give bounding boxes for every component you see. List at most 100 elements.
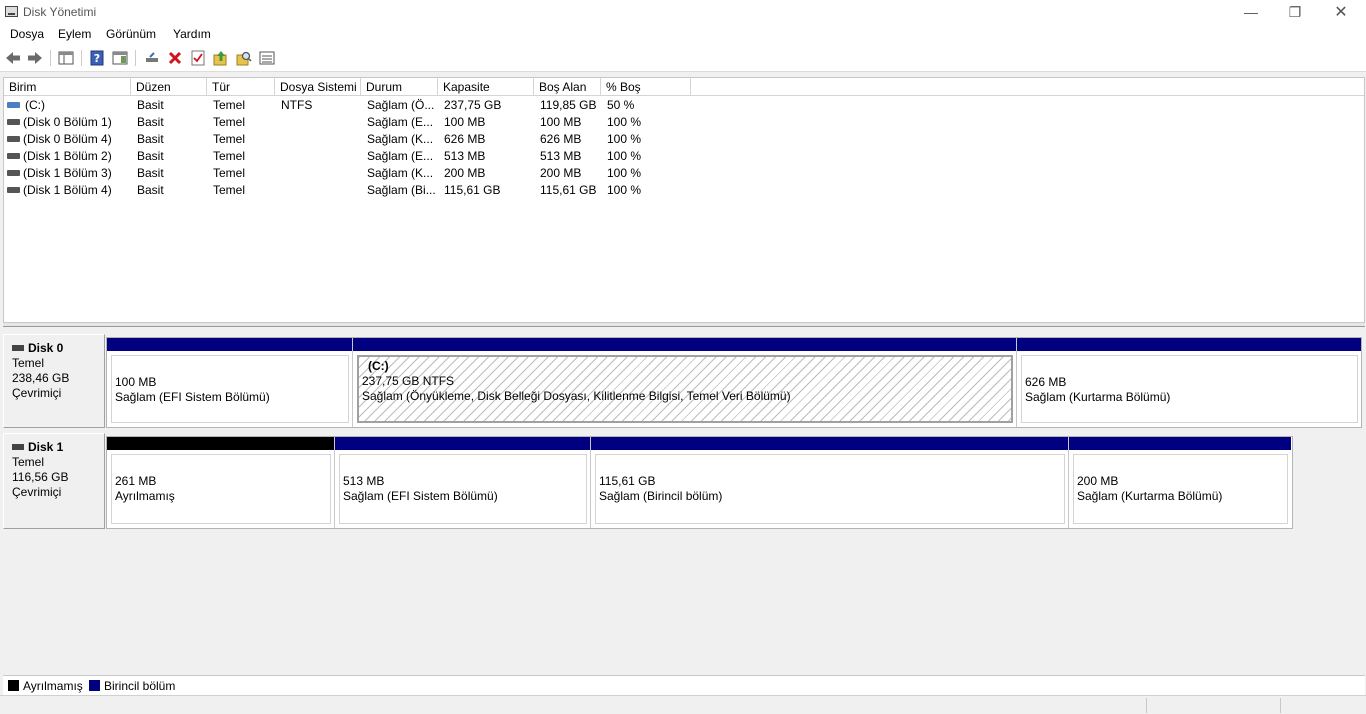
column-header-dosya-sistemi[interactable]: Dosya Sistemi <box>275 78 361 96</box>
partition-status: Sağlam (Kurtarma Bölümü) <box>1077 489 1223 503</box>
legend-swatch-unallocated <box>8 680 19 691</box>
disk-status: Çevrimiçi <box>12 485 62 499</box>
connect-icon[interactable] <box>143 49 161 67</box>
menu-eylem[interactable]: Eylem <box>58 27 91 41</box>
column-header-yuzde-bos[interactable]: % Boş <box>601 78 691 96</box>
properties-icon[interactable] <box>189 49 207 67</box>
partition-color-bar <box>335 437 590 450</box>
column-header-duzen[interactable]: Düzen <box>131 78 207 96</box>
window-title: Disk Yönetimi <box>23 5 97 19</box>
disk-1-partitions: 261 MB Ayrılmamış 513 MB Sağlam (EFI Sis… <box>106 436 1293 529</box>
cell-yuzde-bos: 100 % <box>607 166 642 180</box>
partition-color-bar <box>1069 437 1291 450</box>
cell-duzen: Basit <box>137 166 164 180</box>
console-tree-icon[interactable] <box>57 49 75 67</box>
disk-1-label[interactable]: Disk 1 Temel 116,56 GB Çevrimiçi <box>3 433 105 529</box>
cell-kapasite: 200 MB <box>444 166 486 180</box>
partition-size: 261 MB <box>115 474 157 488</box>
close-button[interactable]: ✕ <box>1318 0 1364 24</box>
menu-gorunum[interactable]: Görünüm <box>106 27 156 41</box>
partition-body: 115,61 GB Sağlam (Birincil bölüm) <box>595 454 1065 524</box>
disk-size: 238,46 GB <box>12 371 70 385</box>
menu-dosya[interactable]: Dosya <box>10 27 44 41</box>
table-row[interactable]: (Disk 0 Bölüm 4) Basit Temel Sağlam (K..… <box>4 131 1364 148</box>
column-header-durum[interactable]: Durum <box>361 78 438 96</box>
partition-status: Ayrılmamış <box>115 489 175 503</box>
menu-yardim[interactable]: Yardım <box>173 27 211 41</box>
column-header-tur[interactable]: Tür <box>207 78 275 96</box>
toolbar-separator <box>81 50 82 66</box>
cell-durum: Sağlam (Ö... <box>367 98 435 112</box>
pane-splitter[interactable] <box>3 323 1365 327</box>
table-row[interactable]: (Disk 1 Bölüm 2) Basit Temel Sağlam (E..… <box>4 148 1364 165</box>
legend-label-primary: Birincil bölüm <box>104 679 176 693</box>
partition-status: Sağlam (EFI Sistem Bölümü) <box>343 489 498 503</box>
partition-recovery[interactable]: 200 MB Sağlam (Kurtarma Bölümü) <box>1069 437 1291 528</box>
partition-unallocated[interactable]: 261 MB Ayrılmamış <box>107 437 335 528</box>
column-header-kapasite[interactable]: Kapasite <box>438 78 534 96</box>
table-row[interactable]: (Disk 1 Bölüm 3) Basit Temel Sağlam (K..… <box>4 165 1364 182</box>
cell-tur: Temel <box>213 98 246 112</box>
toolbar-separator <box>135 50 136 66</box>
delete-icon[interactable] <box>166 49 184 67</box>
list-view-icon[interactable] <box>258 49 276 67</box>
svg-text:?: ? <box>94 52 100 65</box>
partition-size: 200 MB <box>1077 474 1119 488</box>
disk-0-label[interactable]: Disk 0 Temel 238,46 GB Çevrimiçi <box>3 334 105 428</box>
volume-icon <box>7 102 20 108</box>
cell-kapasite: 115,61 GB <box>444 183 501 197</box>
table-row[interactable]: (Disk 1 Bölüm 4) Basit Temel Sağlam (Bi.… <box>4 182 1364 199</box>
cell-durum: Sağlam (E... <box>367 149 434 163</box>
column-header-bos-alan[interactable]: Boş Alan <box>534 78 601 96</box>
cell-duzen: Basit <box>137 115 164 129</box>
partition-size: 626 MB <box>1025 375 1067 389</box>
cell-birim: (Disk 1 Bölüm 4) <box>23 183 112 197</box>
partition-color-bar <box>1017 338 1361 351</box>
partition-recovery[interactable]: 626 MB Sağlam (Kurtarma Bölümü) <box>1017 338 1361 427</box>
restore-button[interactable]: ❐ <box>1272 0 1318 24</box>
partition-body: (C:) 237,75 GB NTFS Sağlam (Önyükleme, D… <box>357 355 1013 423</box>
cell-dosya-sistemi: NTFS <box>281 98 313 112</box>
cell-duzen: Basit <box>137 149 164 163</box>
partition-size: 237,75 GB NTFS <box>362 374 455 388</box>
partition-efi[interactable]: 100 MB Sağlam (EFI Sistem Bölümü) <box>107 338 353 427</box>
cell-durum: Sağlam (E... <box>367 115 434 129</box>
partition-color-bar <box>107 437 334 450</box>
partition-color-bar <box>591 437 1068 450</box>
partition-primary[interactable]: 115,61 GB Sağlam (Birincil bölüm) <box>591 437 1069 528</box>
cell-kapasite: 100 MB <box>444 115 486 129</box>
menu-bar: Dosya Eylem Görünüm Yardım <box>0 24 1366 44</box>
partition-status: Sağlam (EFI Sistem Bölümü) <box>115 390 270 404</box>
cell-yuzde-bos: 100 % <box>607 115 642 129</box>
cell-kapasite: 513 MB <box>444 149 486 163</box>
help-icon[interactable]: ? <box>88 49 106 67</box>
volume-list[interactable]: Birim Düzen Tür Dosya Sistemi Durum Kapa… <box>3 77 1365 323</box>
status-bar <box>0 695 1366 714</box>
disk-graph-pane: Disk 0 Temel 238,46 GB Çevrimiçi 100 MB … <box>3 328 1365 674</box>
volume-icon <box>7 187 20 193</box>
column-header-birim[interactable]: Birim <box>4 78 131 96</box>
table-row[interactable]: (Disk 0 Bölüm 1) Basit Temel Sağlam (E..… <box>4 114 1364 131</box>
list-header: Birim Düzen Tür Dosya Sistemi Durum Kapa… <box>4 78 1364 96</box>
search-icon[interactable] <box>235 49 253 67</box>
minimize-button[interactable]: — <box>1228 0 1274 24</box>
partition-color-bar <box>353 338 1016 351</box>
table-row[interactable]: (C:) Basit Temel NTFS Sağlam (Ö... 237,7… <box>4 97 1364 114</box>
up-arrow-icon[interactable] <box>212 49 230 67</box>
toolbar-separator <box>50 50 51 66</box>
disk-status: Çevrimiçi <box>12 386 62 400</box>
cell-duzen: Basit <box>137 98 164 112</box>
partition-efi[interactable]: 513 MB Sağlam (EFI Sistem Bölümü) <box>335 437 591 528</box>
cell-bos-alan: 100 MB <box>540 115 582 129</box>
partition-c[interactable]: (C:) 237,75 GB NTFS Sağlam (Önyükleme, D… <box>353 338 1017 427</box>
cell-tur: Temel <box>213 132 246 146</box>
partition-color-bar <box>107 338 352 351</box>
show-hide-icon[interactable] <box>111 49 129 67</box>
cell-durum: Sağlam (Bi... <box>367 183 436 197</box>
disk-management-icon <box>5 6 18 17</box>
back-icon[interactable] <box>4 49 22 67</box>
partition-body: 513 MB Sağlam (EFI Sistem Bölümü) <box>339 454 587 524</box>
cell-yuzde-bos: 50 % <box>607 98 635 112</box>
cell-tur: Temel <box>213 183 246 197</box>
forward-icon[interactable] <box>26 49 44 67</box>
